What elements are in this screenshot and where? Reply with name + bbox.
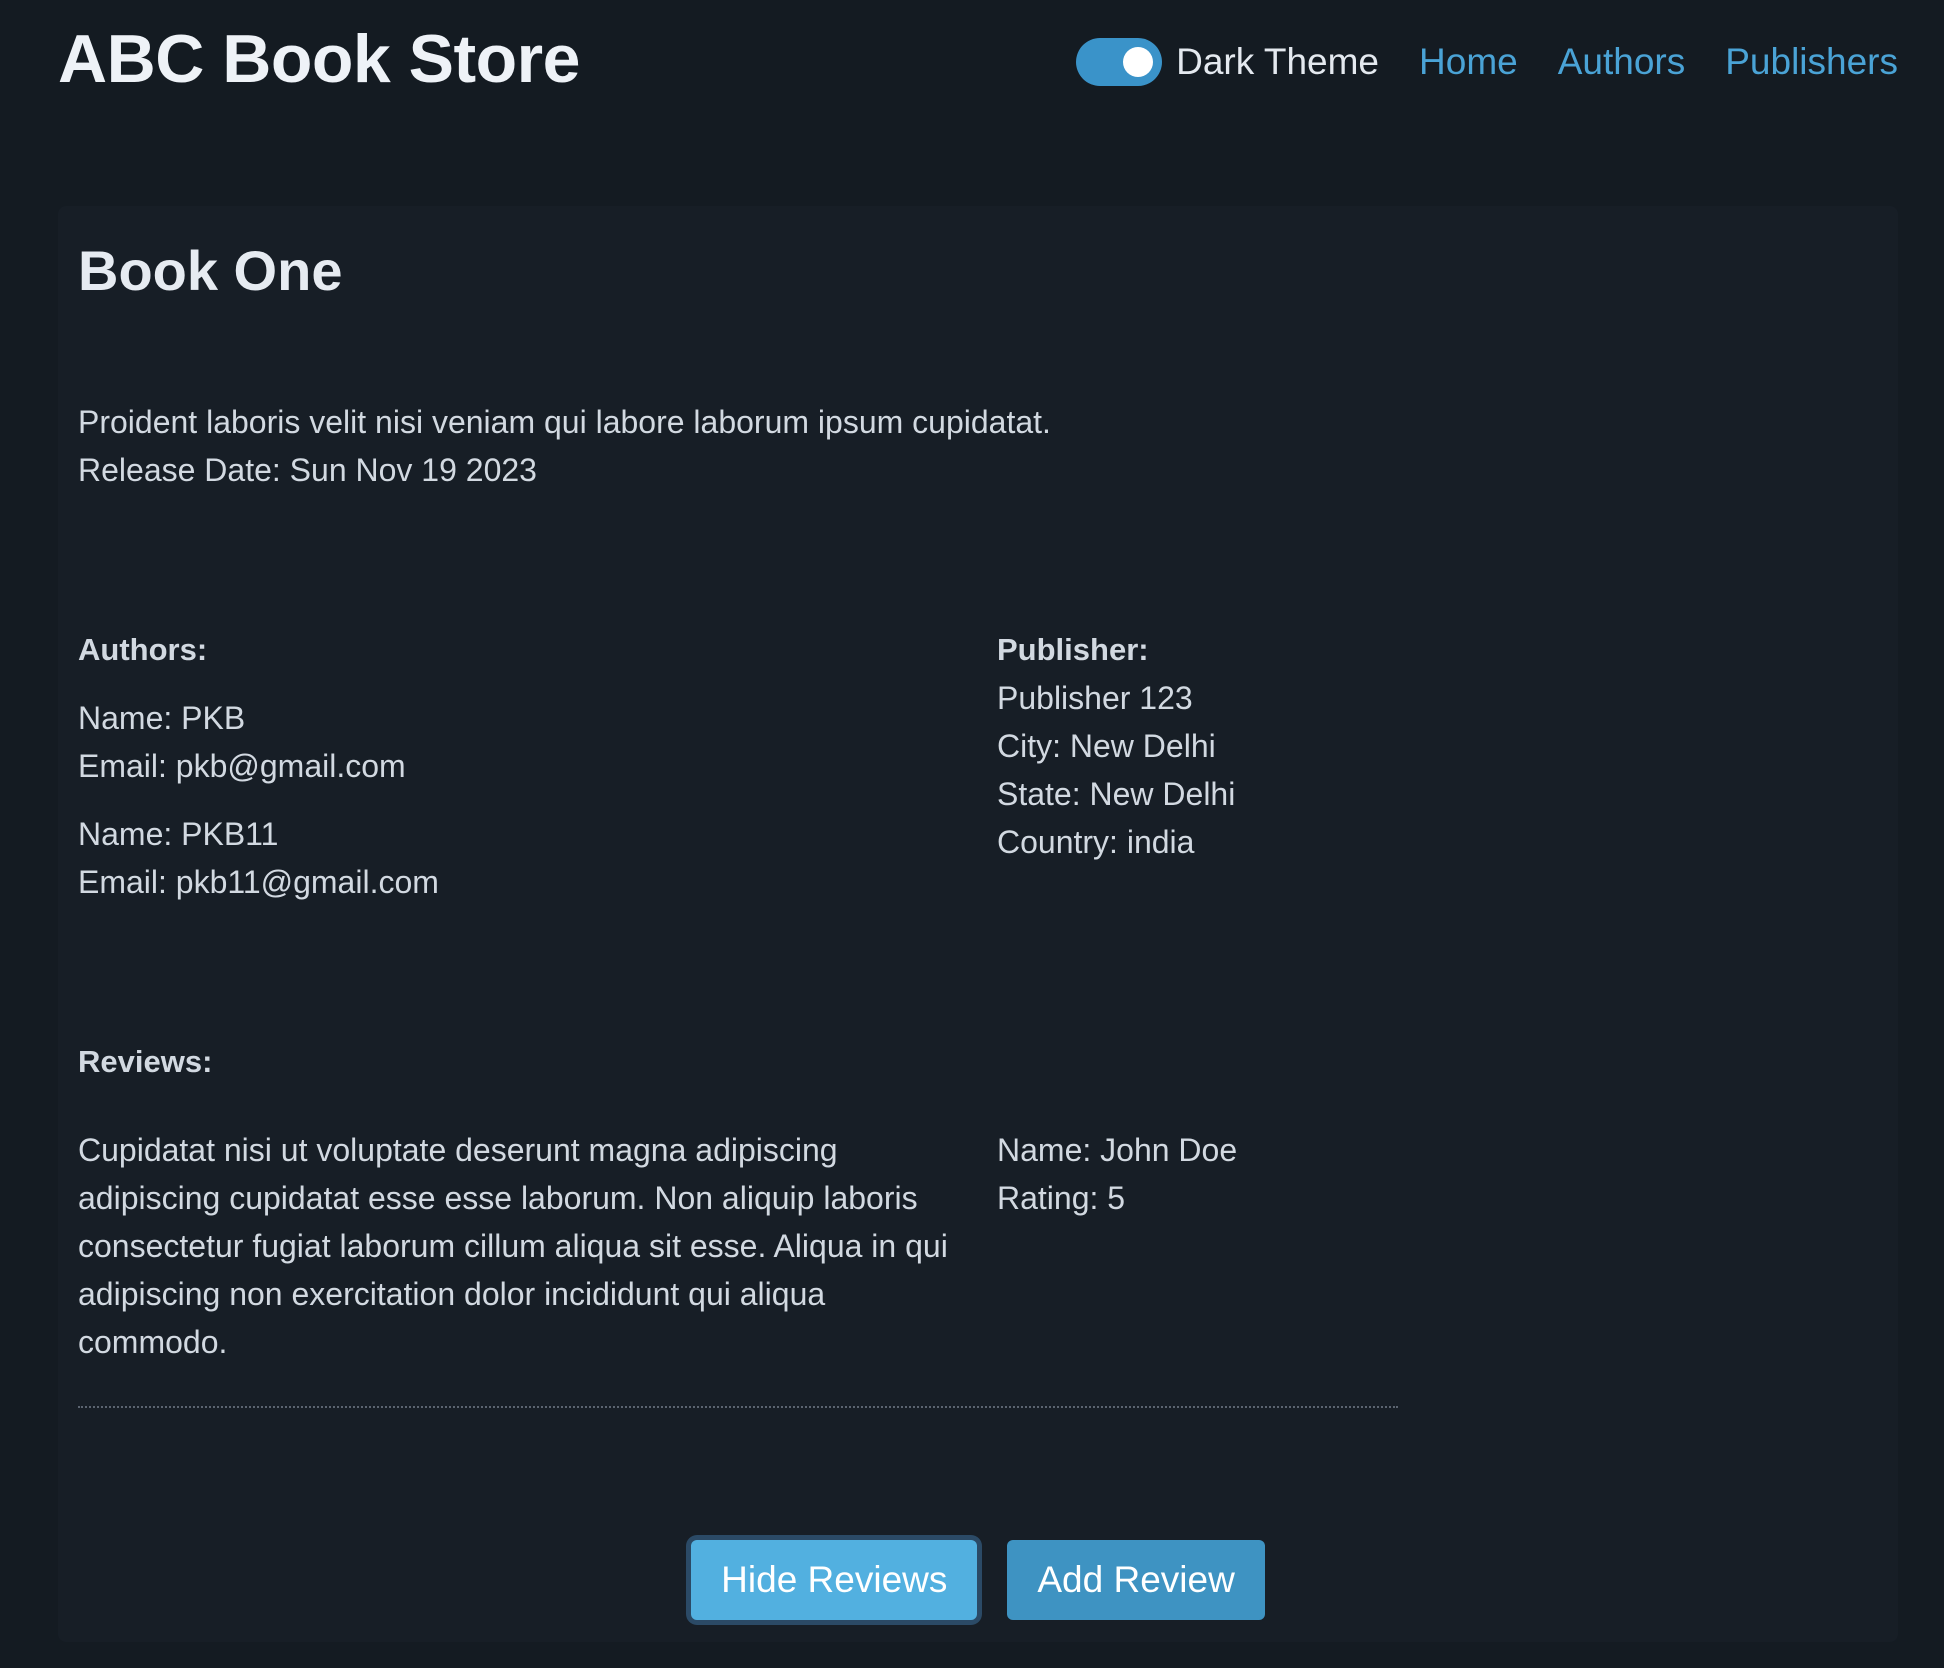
toggle-label: Dark Theme bbox=[1176, 41, 1380, 82]
release-date: Release Date: Sun Nov 19 2023 bbox=[78, 452, 537, 488]
header-nav: Dark Theme Home Authors Publishers bbox=[1076, 34, 1898, 90]
author-entry: Name: PKB Email: pkb@gmail.com bbox=[78, 694, 958, 790]
add-review-button[interactable]: Add Review bbox=[1007, 1540, 1265, 1620]
publisher-city: City: New Delhi bbox=[997, 728, 1216, 764]
publisher-section: Publisher: Publisher 123 City: New Delhi… bbox=[997, 626, 1517, 866]
author-name: Name: PKB11 bbox=[78, 816, 279, 852]
reviews-heading: Reviews: bbox=[78, 1044, 213, 1079]
review-divider bbox=[78, 1406, 1398, 1408]
book-description-block: Proident laboris velit nisi veniam qui l… bbox=[78, 398, 1051, 494]
author-email: Email: pkb11@gmail.com bbox=[78, 864, 439, 900]
publisher-heading: Publisher: bbox=[997, 632, 1149, 667]
author-entry: Name: PKB11 Email: pkb11@gmail.com bbox=[78, 810, 958, 906]
toggle-knob bbox=[1123, 47, 1154, 77]
publisher-state: State: New Delhi bbox=[997, 776, 1236, 812]
author-name: Name: PKB bbox=[78, 700, 246, 736]
review-actions: Hide Reviews Add Review bbox=[58, 1540, 1898, 1620]
review-rating: Rating: 5 bbox=[997, 1180, 1126, 1216]
toggle-switch[interactable] bbox=[1076, 38, 1163, 86]
review-meta: Name: John Doe Rating: 5 bbox=[997, 1126, 1517, 1222]
review-text: Cupidatat nisi ut voluptate deserunt mag… bbox=[78, 1132, 948, 1360]
reviewer-name: Name: John Doe bbox=[997, 1132, 1238, 1168]
dark-theme-toggle[interactable]: Dark Theme bbox=[1076, 38, 1379, 86]
book-detail-card: Book One Proident laboris velit nisi ven… bbox=[58, 206, 1898, 1642]
brand-title: ABC Book Store bbox=[58, 21, 580, 97]
nav-link-publishers[interactable]: Publishers bbox=[1725, 41, 1898, 83]
nav-link-home[interactable]: Home bbox=[1419, 41, 1518, 83]
site-header: ABC Book Store Dark Theme Home Authors P… bbox=[0, 0, 1944, 120]
publisher-country: Country: india bbox=[997, 824, 1195, 860]
authors-section: Authors: Name: PKB Email: pkb@gmail.com … bbox=[78, 626, 958, 906]
hide-reviews-button[interactable]: Hide Reviews bbox=[691, 1540, 978, 1620]
book-title: Book One bbox=[78, 239, 343, 302]
book-description: Proident laboris velit nisi veniam qui l… bbox=[78, 404, 1051, 440]
nav-link-authors[interactable]: Authors bbox=[1558, 41, 1686, 83]
authors-heading: Authors: bbox=[78, 632, 208, 667]
author-email: Email: pkb@gmail.com bbox=[78, 748, 406, 784]
publisher-name: Publisher 123 bbox=[997, 680, 1193, 716]
